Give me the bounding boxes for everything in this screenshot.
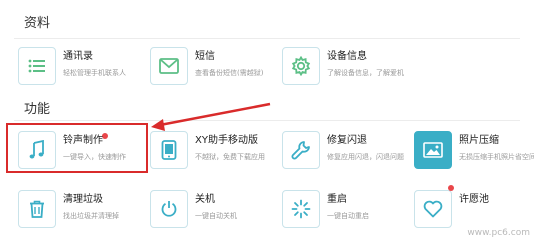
watermark: www.pc6.com <box>467 228 530 238</box>
annotation-arrow <box>151 102 271 131</box>
